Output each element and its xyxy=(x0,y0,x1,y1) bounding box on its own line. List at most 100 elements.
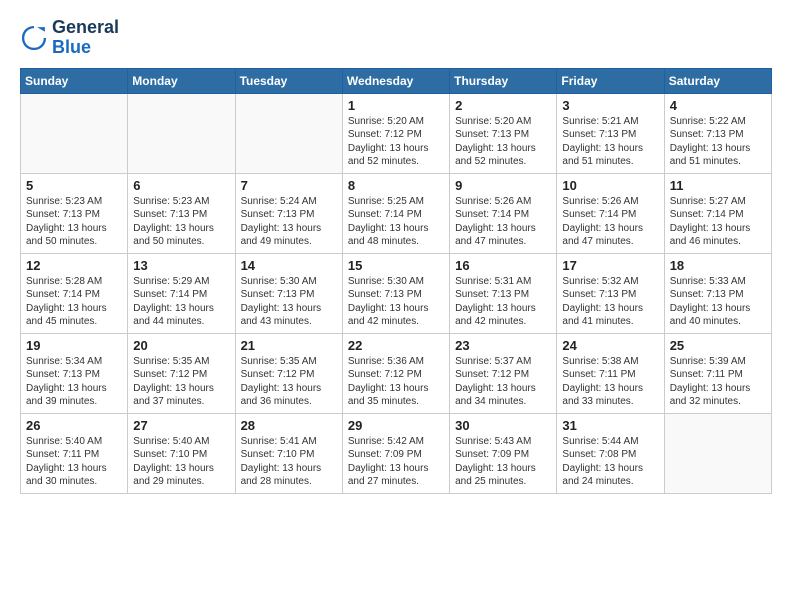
calendar-cell: 8 Sunrise: 5:25 AM Sunset: 7:14 PM Daylig… xyxy=(342,173,449,253)
day-number: 18 xyxy=(670,258,766,273)
day-number: 8 xyxy=(348,178,444,193)
calendar-cell: 21 Sunrise: 5:35 AM Sunset: 7:12 PM Dayli… xyxy=(235,333,342,413)
day-number: 16 xyxy=(455,258,551,273)
calendar-cell: 3 Sunrise: 5:21 AM Sunset: 7:13 PM Daylig… xyxy=(557,93,664,173)
calendar-cell: 12Sunrise: 5:28 AM Sunset: 7:14 PM Dayli… xyxy=(21,253,128,333)
day-number: 30 xyxy=(455,418,551,433)
day-info: Sunrise: 5:30 AM Sunset: 7:13 PM Dayligh… xyxy=(348,275,444,329)
calendar-cell: 5 Sunrise: 5:23 AM Sunset: 7:13 PM Daylig… xyxy=(21,173,128,253)
day-number: 4 xyxy=(670,98,766,113)
day-info: Sunrise: 5:42 AM Sunset: 7:09 PM Dayligh… xyxy=(348,435,444,489)
day-info: Sunrise: 5:44 AM Sunset: 7:08 PM Dayligh… xyxy=(562,435,658,489)
calendar-cell: 23 Sunrise: 5:37 AM Sunset: 7:12 PM Dayli… xyxy=(450,333,557,413)
header: General Blue xyxy=(20,18,772,58)
calendar-cell: 14Sunrise: 5:30 AM Sunset: 7:13 PM Dayli… xyxy=(235,253,342,333)
page: General Blue SundayMondayTuesdayWednesda… xyxy=(0,0,792,504)
day-info: Sunrise: 5:36 AM Sunset: 7:12 PM Dayligh… xyxy=(348,355,444,409)
logo-text: General Blue xyxy=(52,18,119,58)
week-row-3: 12Sunrise: 5:28 AM Sunset: 7:14 PM Dayli… xyxy=(21,253,772,333)
day-info: Sunrise: 5:39 AM Sunset: 7:11 PM Dayligh… xyxy=(670,355,766,409)
day-info: Sunrise: 5:23 AM Sunset: 7:13 PM Dayligh… xyxy=(133,195,229,249)
calendar-cell: 30 Sunrise: 5:43 AM Sunset: 7:09 PM Dayli… xyxy=(450,413,557,493)
weekday-header-saturday: Saturday xyxy=(664,68,771,93)
weekday-header-row: SundayMondayTuesdayWednesdayThursdayFrid… xyxy=(21,68,772,93)
day-number: 31 xyxy=(562,418,658,433)
day-info: Sunrise: 5:29 AM Sunset: 7:14 PM Dayligh… xyxy=(133,275,229,329)
logo-icon xyxy=(20,24,48,52)
day-info: Sunrise: 5:27 AM Sunset: 7:14 PM Dayligh… xyxy=(670,195,766,249)
day-info: Sunrise: 5:20 AM Sunset: 7:13 PM Dayligh… xyxy=(455,115,551,169)
day-info: Sunrise: 5:26 AM Sunset: 7:14 PM Dayligh… xyxy=(455,195,551,249)
day-number: 1 xyxy=(348,98,444,113)
weekday-header-sunday: Sunday xyxy=(21,68,128,93)
day-number: 22 xyxy=(348,338,444,353)
day-info: Sunrise: 5:25 AM Sunset: 7:14 PM Dayligh… xyxy=(348,195,444,249)
day-number: 6 xyxy=(133,178,229,193)
logo: General Blue xyxy=(20,18,119,58)
day-number: 27 xyxy=(133,418,229,433)
calendar-cell: 27Sunrise: 5:40 AM Sunset: 7:10 PM Dayli… xyxy=(128,413,235,493)
weekday-header-monday: Monday xyxy=(128,68,235,93)
day-number: 17 xyxy=(562,258,658,273)
day-info: Sunrise: 5:23 AM Sunset: 7:13 PM Dayligh… xyxy=(26,195,122,249)
calendar-cell: 16 Sunrise: 5:31 AM Sunset: 7:13 PM Dayli… xyxy=(450,253,557,333)
day-info: Sunrise: 5:31 AM Sunset: 7:13 PM Dayligh… xyxy=(455,275,551,329)
calendar-cell: 15Sunrise: 5:30 AM Sunset: 7:13 PM Dayli… xyxy=(342,253,449,333)
weekday-header-wednesday: Wednesday xyxy=(342,68,449,93)
day-info: Sunrise: 5:30 AM Sunset: 7:13 PM Dayligh… xyxy=(241,275,337,329)
calendar-cell: 9 Sunrise: 5:26 AM Sunset: 7:14 PM Daylig… xyxy=(450,173,557,253)
week-row-2: 5 Sunrise: 5:23 AM Sunset: 7:13 PM Daylig… xyxy=(21,173,772,253)
calendar-cell: 17 Sunrise: 5:32 AM Sunset: 7:13 PM Dayli… xyxy=(557,253,664,333)
calendar-cell xyxy=(664,413,771,493)
week-row-5: 26Sunrise: 5:40 AM Sunset: 7:11 PM Dayli… xyxy=(21,413,772,493)
day-info: Sunrise: 5:26 AM Sunset: 7:14 PM Dayligh… xyxy=(562,195,658,249)
day-info: Sunrise: 5:21 AM Sunset: 7:13 PM Dayligh… xyxy=(562,115,658,169)
weekday-header-thursday: Thursday xyxy=(450,68,557,93)
day-number: 24 xyxy=(562,338,658,353)
calendar-cell: 10Sunrise: 5:26 AM Sunset: 7:14 PM Dayli… xyxy=(557,173,664,253)
day-number: 3 xyxy=(562,98,658,113)
weekday-header-friday: Friday xyxy=(557,68,664,93)
calendar-cell: 18 Sunrise: 5:33 AM Sunset: 7:13 PM Dayli… xyxy=(664,253,771,333)
calendar-cell: 26Sunrise: 5:40 AM Sunset: 7:11 PM Dayli… xyxy=(21,413,128,493)
day-info: Sunrise: 5:28 AM Sunset: 7:14 PM Dayligh… xyxy=(26,275,122,329)
calendar-cell xyxy=(235,93,342,173)
day-number: 21 xyxy=(241,338,337,353)
calendar-cell: 11Sunrise: 5:27 AM Sunset: 7:14 PM Dayli… xyxy=(664,173,771,253)
day-number: 25 xyxy=(670,338,766,353)
calendar-cell xyxy=(21,93,128,173)
day-info: Sunrise: 5:34 AM Sunset: 7:13 PM Dayligh… xyxy=(26,355,122,409)
day-number: 2 xyxy=(455,98,551,113)
day-number: 7 xyxy=(241,178,337,193)
calendar-cell: 13 Sunrise: 5:29 AM Sunset: 7:14 PM Dayli… xyxy=(128,253,235,333)
day-number: 28 xyxy=(241,418,337,433)
day-info: Sunrise: 5:37 AM Sunset: 7:12 PM Dayligh… xyxy=(455,355,551,409)
day-info: Sunrise: 5:43 AM Sunset: 7:09 PM Dayligh… xyxy=(455,435,551,489)
day-number: 19 xyxy=(26,338,122,353)
day-info: Sunrise: 5:33 AM Sunset: 7:13 PM Dayligh… xyxy=(670,275,766,329)
calendar-cell: 1 Sunrise: 5:20 AM Sunset: 7:12 PM Daylig… xyxy=(342,93,449,173)
day-number: 29 xyxy=(348,418,444,433)
day-info: Sunrise: 5:38 AM Sunset: 7:11 PM Dayligh… xyxy=(562,355,658,409)
day-number: 13 xyxy=(133,258,229,273)
calendar: SundayMondayTuesdayWednesdayThursdayFrid… xyxy=(20,68,772,494)
day-info: Sunrise: 5:35 AM Sunset: 7:12 PM Dayligh… xyxy=(241,355,337,409)
calendar-cell: 29 Sunrise: 5:42 AM Sunset: 7:09 PM Dayli… xyxy=(342,413,449,493)
day-number: 5 xyxy=(26,178,122,193)
week-row-4: 19 Sunrise: 5:34 AM Sunset: 7:13 PM Dayli… xyxy=(21,333,772,413)
calendar-cell: 22 Sunrise: 5:36 AM Sunset: 7:12 PM Dayli… xyxy=(342,333,449,413)
calendar-cell: 4 Sunrise: 5:22 AM Sunset: 7:13 PM Daylig… xyxy=(664,93,771,173)
day-number: 9 xyxy=(455,178,551,193)
day-info: Sunrise: 5:22 AM Sunset: 7:13 PM Dayligh… xyxy=(670,115,766,169)
day-info: Sunrise: 5:20 AM Sunset: 7:12 PM Dayligh… xyxy=(348,115,444,169)
calendar-cell: 2 Sunrise: 5:20 AM Sunset: 7:13 PM Daylig… xyxy=(450,93,557,173)
day-info: Sunrise: 5:35 AM Sunset: 7:12 PM Dayligh… xyxy=(133,355,229,409)
day-number: 23 xyxy=(455,338,551,353)
calendar-cell: 24 Sunrise: 5:38 AM Sunset: 7:11 PM Dayli… xyxy=(557,333,664,413)
calendar-cell: 7Sunrise: 5:24 AM Sunset: 7:13 PM Daylig… xyxy=(235,173,342,253)
week-row-1: 1 Sunrise: 5:20 AM Sunset: 7:12 PM Daylig… xyxy=(21,93,772,173)
day-info: Sunrise: 5:32 AM Sunset: 7:13 PM Dayligh… xyxy=(562,275,658,329)
calendar-cell xyxy=(128,93,235,173)
calendar-cell: 20Sunrise: 5:35 AM Sunset: 7:12 PM Dayli… xyxy=(128,333,235,413)
calendar-cell: 31 Sunrise: 5:44 AM Sunset: 7:08 PM Dayli… xyxy=(557,413,664,493)
